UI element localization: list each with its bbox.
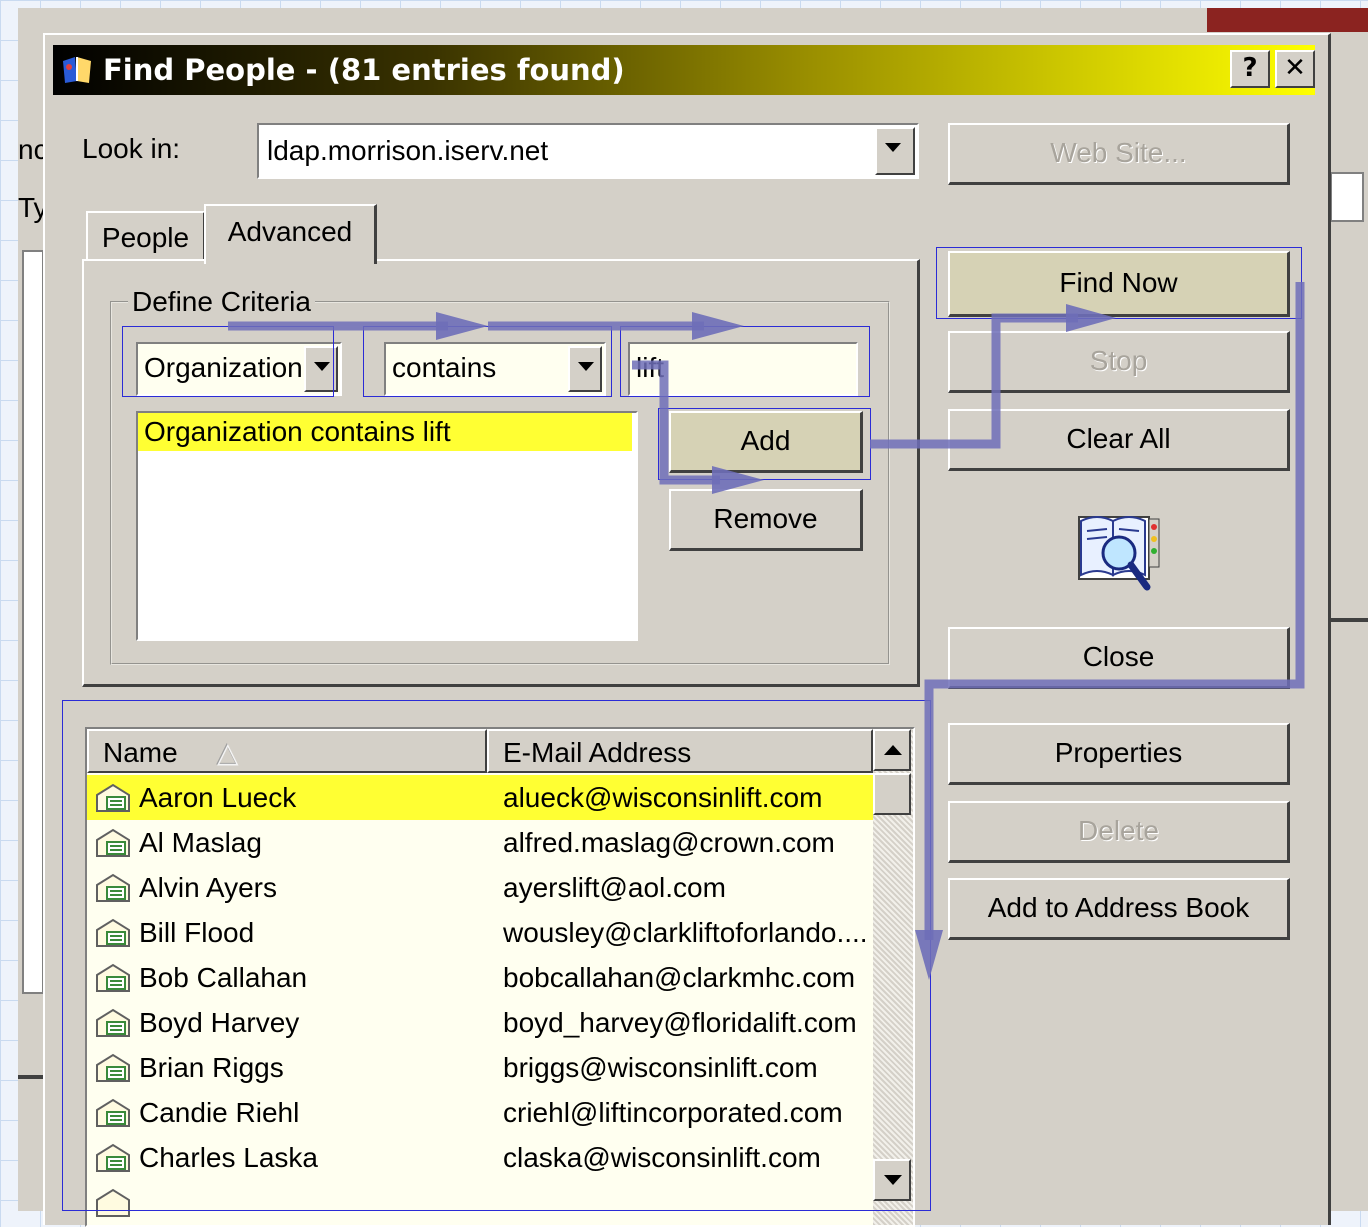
person-card-icon: [93, 826, 133, 860]
background-field: [1330, 172, 1364, 222]
look-in-value: ldap.morrison.iserv.net: [267, 135, 549, 166]
result-email: alfred.maslag@crown.com: [503, 827, 835, 858]
criteria-text-input[interactable]: lift: [628, 342, 858, 396]
result-name: Bob Callahan: [139, 962, 308, 993]
table-row[interactable]: Aaron Lueck alueck@wisconsinlift.com: [87, 775, 873, 820]
address-book-icon: [59, 53, 95, 87]
close-button[interactable]: Close: [948, 627, 1290, 689]
result-email: bobcallahan@clarkmhc.com: [503, 962, 856, 993]
person-card-icon: [93, 871, 133, 905]
look-in-dropdown[interactable]: ldap.morrison.iserv.net: [257, 123, 919, 179]
result-name: Charles Laska: [139, 1142, 318, 1173]
result-email: alueck@wisconsinlift.com: [503, 782, 823, 813]
clear-all-button[interactable]: Clear All: [948, 409, 1290, 471]
define-criteria-label: Define Criteria: [128, 286, 315, 318]
search-animation-icon: [1077, 509, 1165, 601]
add-to-address-book-button[interactable]: Add to Address Book: [948, 878, 1290, 940]
find-now-button[interactable]: Find Now: [948, 251, 1290, 317]
tab-people[interactable]: People: [86, 211, 206, 263]
background-divider: [18, 1075, 44, 1079]
person-card-icon: [93, 1006, 133, 1040]
chevron-down-icon[interactable]: [875, 127, 915, 175]
result-name: Boyd Harvey: [139, 1007, 300, 1038]
result-email: ayerslift@aol.com: [503, 872, 726, 903]
person-card-icon: [93, 1051, 133, 1085]
scroll-thumb[interactable]: [873, 773, 911, 815]
table-row[interactable]: Boyd Harvey boyd_harvey@floridalift.com: [87, 1000, 873, 1045]
criteria-field-value: Organization: [144, 352, 303, 383]
scroll-up-arrow-icon[interactable]: [873, 729, 911, 771]
column-header-name[interactable]: Name △: [87, 729, 487, 773]
scroll-down-arrow-icon[interactable]: [873, 1159, 911, 1201]
result-name: Brian Riggs: [139, 1052, 284, 1083]
person-card-icon: [93, 1186, 133, 1220]
chevron-down-icon[interactable]: [304, 346, 338, 392]
vertical-scrollbar[interactable]: [873, 729, 913, 1225]
delete-button[interactable]: Delete: [948, 801, 1290, 863]
background-divider: [1330, 618, 1368, 622]
criteria-list[interactable]: Organization contains lift: [136, 411, 638, 641]
help-button[interactable]: ?: [1230, 50, 1270, 88]
advanced-tab-panel: Define Criteria Organization contains li…: [82, 259, 920, 687]
result-name: Candie Riehl: [139, 1097, 300, 1128]
table-row[interactable]: Alvin Ayers ayerslift@aol.com: [87, 865, 873, 910]
result-name: Aaron Lueck: [139, 782, 297, 813]
criteria-list-item[interactable]: Organization contains lift: [138, 413, 632, 451]
table-row[interactable]: Brian Riggs briggs@wisconsinlift.com: [87, 1045, 873, 1090]
result-email: boyd_harvey@floridalift.com: [503, 1007, 857, 1038]
sort-ascending-icon: △: [217, 737, 239, 768]
table-row[interactable]: Candie Riehl criehl@liftincorporated.com: [87, 1090, 873, 1135]
remove-button[interactable]: Remove: [669, 489, 863, 551]
column-header-name-label: Name: [103, 737, 178, 768]
person-card-icon: [93, 1096, 133, 1130]
result-email: wousley@clarkliftoforlando....: [503, 917, 868, 948]
person-card-icon: [93, 961, 133, 995]
dialog-title: Find People - (81 entries found): [103, 53, 625, 87]
table-row[interactable]: [87, 1180, 873, 1225]
table-row[interactable]: Al Maslag alfred.maslag@crown.com: [87, 820, 873, 865]
criteria-text-value: lift: [636, 352, 664, 383]
result-email: criehl@liftincorporated.com: [503, 1097, 843, 1128]
find-people-dialog: Find People - (81 entries found) ? ✕ Loo…: [43, 33, 1331, 1227]
results-list[interactable]: Name △ E-Mail Address Aaron Lueck alueck…: [85, 727, 915, 1227]
person-card-icon: [93, 916, 133, 950]
tab-advanced[interactable]: Advanced: [204, 204, 377, 264]
table-row[interactable]: Bob Callahan bobcallahan@clarkmhc.com: [87, 955, 873, 1000]
background-titlebar-fragment: [1207, 8, 1368, 32]
criteria-field-dropdown[interactable]: Organization: [136, 342, 342, 396]
add-button[interactable]: Add: [669, 411, 863, 473]
close-window-button[interactable]: ✕: [1275, 50, 1315, 88]
criteria-operator-dropdown[interactable]: contains: [384, 342, 606, 396]
chevron-down-icon[interactable]: [568, 346, 602, 392]
result-email: briggs@wisconsinlift.com: [503, 1052, 818, 1083]
web-site-button[interactable]: Web Site...: [948, 123, 1290, 185]
result-name: Alvin Ayers: [139, 872, 277, 903]
background-field: [22, 250, 44, 994]
result-email: claska@wisconsinlift.com: [503, 1142, 821, 1173]
result-name: Al Maslag: [139, 827, 262, 858]
result-name: Bill Flood: [139, 917, 255, 948]
table-row[interactable]: Bill Flood wousley@clarkliftoforlando...…: [87, 910, 873, 955]
stop-button[interactable]: Stop: [948, 331, 1290, 393]
table-row[interactable]: Charles Laska claska@wisconsinlift.com: [87, 1135, 873, 1180]
look-in-label: Look in:: [82, 133, 181, 164]
person-card-icon: [93, 781, 133, 815]
title-bar[interactable]: Find People - (81 entries found) ? ✕: [53, 45, 1315, 95]
properties-button[interactable]: Properties: [948, 723, 1290, 785]
person-card-icon: [93, 1141, 133, 1175]
column-header-email[interactable]: E-Mail Address: [487, 729, 873, 773]
criteria-operator-value: contains: [392, 352, 497, 383]
